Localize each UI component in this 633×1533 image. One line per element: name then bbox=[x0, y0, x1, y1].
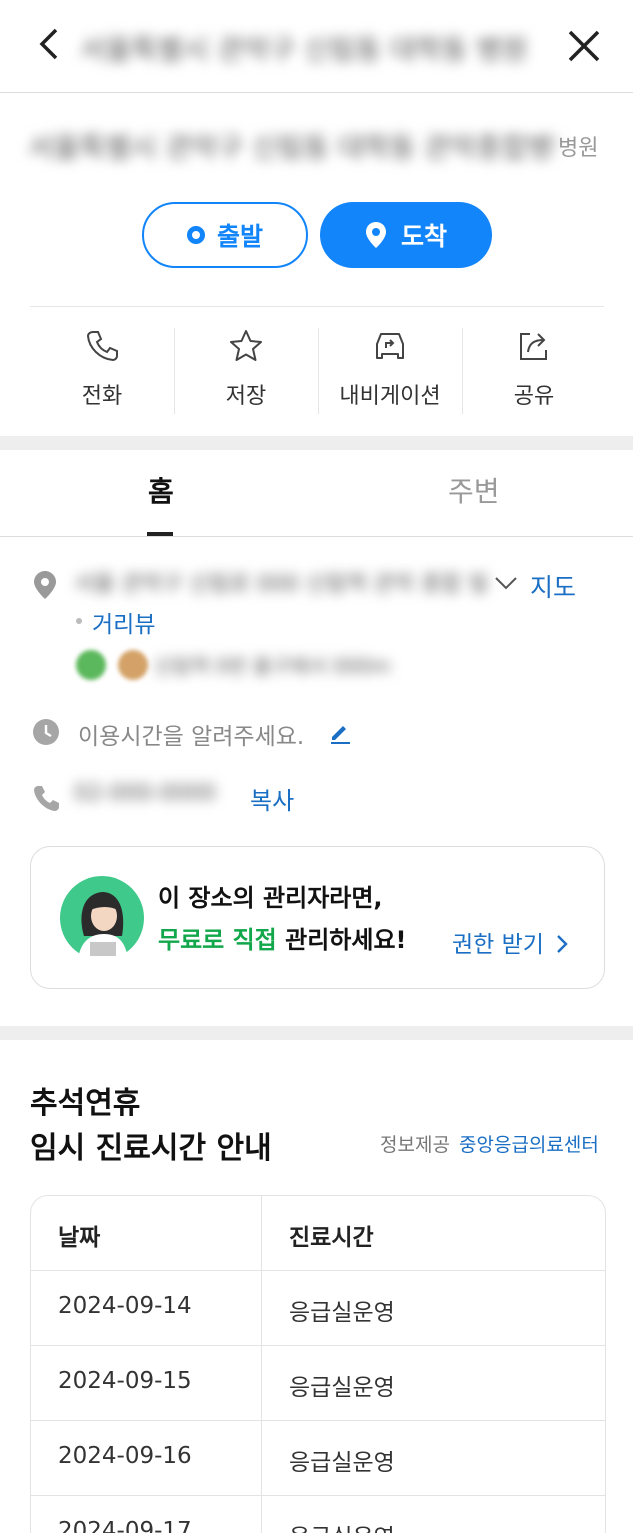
table-cell-date: 2024-09-17 bbox=[58, 1518, 192, 1533]
section-gap bbox=[0, 1026, 633, 1040]
navigation-label: 내비게이션 bbox=[339, 384, 441, 409]
header-divider bbox=[0, 92, 633, 93]
table-row: 2024-09-14 응급실운영 bbox=[31, 1271, 605, 1346]
star-icon bbox=[230, 330, 262, 361]
owner-card-headline: 이 장소의 관리자라면, bbox=[158, 884, 383, 912]
table-cell-date: 2024-09-14 bbox=[58, 1293, 192, 1319]
location-pin-icon bbox=[365, 222, 386, 248]
origin-dot-icon bbox=[186, 226, 205, 244]
phone-icon bbox=[86, 331, 118, 362]
table-cell-hours: 응급실운영 bbox=[289, 1450, 395, 1476]
bullet-dot bbox=[76, 618, 82, 624]
depart-button[interactable]: 출발 bbox=[142, 202, 308, 268]
back-button[interactable] bbox=[28, 22, 72, 66]
section-divider bbox=[30, 306, 604, 307]
clock-icon bbox=[33, 719, 59, 745]
call-action[interactable]: 전화 bbox=[30, 328, 174, 414]
phone-number: 02-000-0000 bbox=[74, 781, 216, 806]
depart-label: 출발 bbox=[216, 222, 263, 251]
subway-line-badge bbox=[76, 650, 106, 680]
call-label: 전화 bbox=[81, 384, 123, 409]
table-row: 2024-09-15 응급실운영 bbox=[31, 1346, 605, 1421]
claim-permission-label: 권한 받기 bbox=[452, 932, 544, 958]
claim-permission-link[interactable]: 권한 받기 bbox=[452, 925, 569, 959]
car-navigation-icon bbox=[376, 333, 404, 359]
navigation-action[interactable]: 내비게이션 bbox=[318, 328, 462, 414]
chevron-right-icon bbox=[557, 935, 568, 953]
owner-card-subline-rest: 관리하세요! bbox=[276, 926, 407, 954]
place-name-suffix: 병원 bbox=[558, 136, 599, 161]
share-icon bbox=[520, 333, 547, 360]
address-text: 서울 관악구 신림로 000 신림역 관악 종합 빌딩 bbox=[74, 572, 486, 597]
close-button[interactable] bbox=[560, 22, 608, 70]
holiday-subtitle: 임시 진료시간 안내 bbox=[30, 1131, 272, 1166]
header-title: 서울특별시 관악구 신림동 대학동 병원 위치 안내 bbox=[80, 33, 530, 64]
table-header-hours: 진료시간 bbox=[289, 1225, 374, 1251]
map-link[interactable]: 지도 bbox=[530, 568, 576, 604]
copy-phone-link[interactable]: 복사 bbox=[250, 781, 294, 816]
tabs-divider bbox=[0, 536, 633, 537]
street-view-link[interactable]: 거리뷰 bbox=[92, 605, 155, 639]
tab-nearby[interactable]: 주변 bbox=[448, 470, 500, 510]
phone-icon bbox=[34, 786, 59, 811]
table-header-row: 날짜 진료시간 bbox=[31, 1196, 605, 1271]
tab-home[interactable]: 홈 bbox=[148, 470, 174, 510]
table-cell-date: 2024-09-16 bbox=[58, 1443, 192, 1469]
close-icon bbox=[568, 30, 600, 62]
holiday-title: 추석연휴 bbox=[30, 1086, 141, 1121]
share-label: 공유 bbox=[513, 384, 555, 409]
manager-avatar-illustration bbox=[60, 876, 144, 960]
table-row: 2024-09-17 응급실운영 bbox=[31, 1496, 605, 1533]
subway-info: 신림역 0번 출구에서 000m bbox=[154, 654, 391, 678]
table-cell-hours: 응급실운영 bbox=[289, 1518, 395, 1533]
location-pin-icon bbox=[34, 571, 56, 599]
section-gap bbox=[0, 436, 633, 450]
source-label: 정보제공 bbox=[380, 1134, 450, 1156]
source-link[interactable]: 중앙응급의료센터 bbox=[459, 1130, 599, 1157]
table-cell-hours: 응급실운영 bbox=[289, 1375, 395, 1401]
holiday-hours-table: 날짜 진료시간 2024-09-14 응급실운영 2024-09-15 응급실운… bbox=[30, 1195, 606, 1533]
chevron-down-icon[interactable] bbox=[494, 575, 518, 591]
place-name: 서울특별시 관악구 신림동 대학동 관악종합병원 bbox=[28, 131, 558, 162]
table-cell-hours: 응급실운영 bbox=[289, 1300, 395, 1326]
save-label: 저장 bbox=[225, 384, 267, 409]
table-header-date: 날짜 bbox=[58, 1225, 101, 1251]
save-action[interactable]: 저장 bbox=[174, 328, 318, 414]
share-action[interactable]: 공유 bbox=[462, 328, 606, 414]
hours-prompt: 이용시간을 알려주세요. bbox=[78, 724, 305, 750]
owner-card-subline: 무료로 직접 관리하세요! bbox=[158, 920, 406, 955]
edit-pencil-icon[interactable] bbox=[328, 720, 352, 744]
table-cell-date: 2024-09-15 bbox=[58, 1368, 192, 1394]
free-highlight: 무료로 직접 bbox=[158, 926, 277, 954]
back-arrow-icon bbox=[39, 28, 58, 60]
arrive-button[interactable]: 도착 bbox=[320, 202, 492, 268]
subway-line-badge bbox=[118, 650, 148, 680]
table-row: 2024-09-16 응급실운영 bbox=[31, 1421, 605, 1496]
arrive-label: 도착 bbox=[400, 222, 447, 251]
